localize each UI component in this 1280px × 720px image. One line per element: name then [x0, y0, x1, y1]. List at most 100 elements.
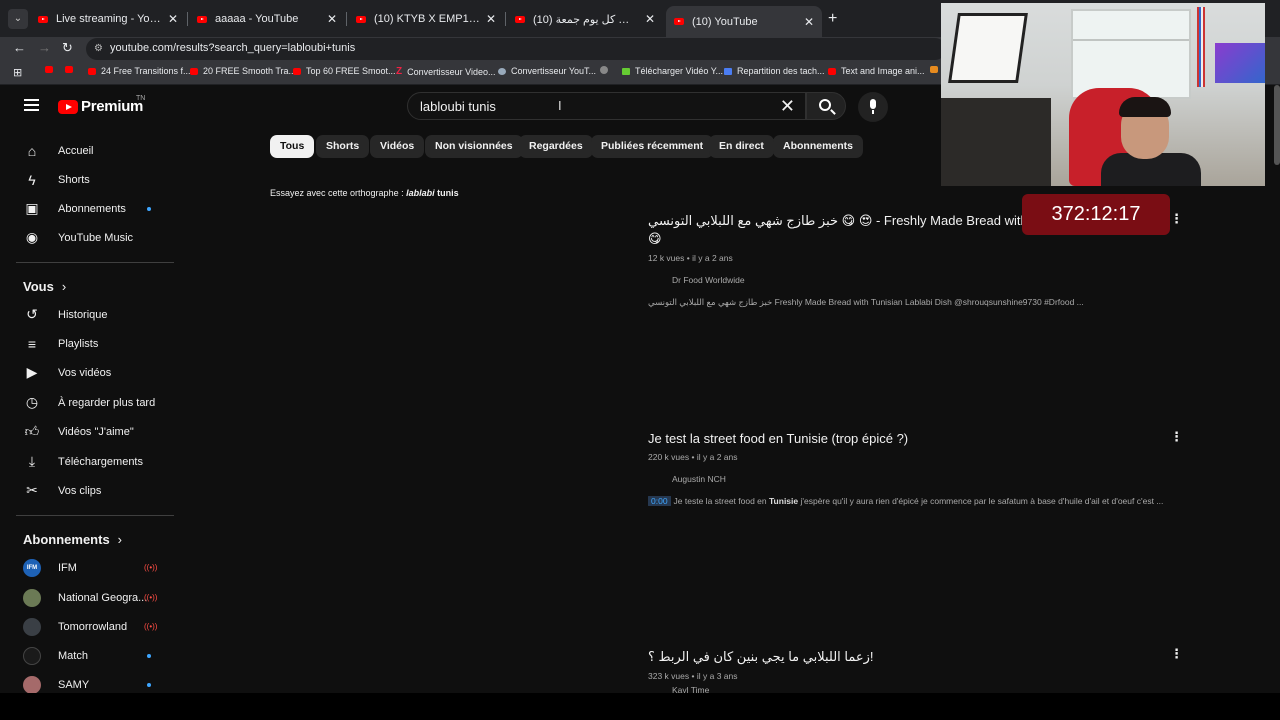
chip-unwatched[interactable]: Non visionnées — [425, 135, 523, 158]
close-icon[interactable]: ✕ — [645, 12, 655, 26]
text-cursor-icon: I — [558, 98, 562, 113]
sidebar-item-clips[interactable]: ✂ Vos clips — [0, 476, 175, 505]
sidebar-subscriptions-header[interactable]: Abonnements › — [23, 532, 122, 547]
close-icon[interactable]: ✕ — [804, 15, 814, 29]
new-content-dot — [147, 653, 151, 658]
sidebar-item-history[interactable]: ↺ Historique — [0, 300, 175, 329]
youtube-icon — [197, 15, 207, 23]
bookmark-item[interactable] — [600, 66, 613, 74]
video-result[interactable]: Je test la street food en Tunisie (trop … — [648, 431, 1188, 506]
bookmark-item[interactable]: Z Convertisseur Video... — [396, 66, 496, 77]
bookmark-item[interactable]: Télécharger Vidéo Y... — [622, 66, 723, 76]
timestamp-chip[interactable]: 0:00 — [648, 496, 671, 506]
close-icon[interactable]: ✕ — [486, 12, 496, 26]
youtube-icon — [190, 67, 198, 75]
video-title[interactable]: Je test la street food en Tunisie (trop … — [648, 431, 1188, 446]
channel-name[interactable]: Augustin NCH — [648, 474, 1188, 484]
shorts-icon: ϟ — [28, 171, 36, 188]
bookmark-item[interactable]: 24 Free Transitions f... — [88, 66, 191, 76]
suggested-query-link[interactable]: lablabi tunis — [406, 188, 459, 198]
chip-videos[interactable]: Vidéos — [370, 135, 425, 158]
sidebar-item-playlists[interactable]: ≡ Playlists — [0, 329, 175, 358]
youtube-icon — [38, 15, 48, 23]
sidebar-you-header[interactable]: Vous › — [23, 279, 66, 294]
chip-live[interactable]: En direct — [709, 135, 774, 158]
voice-search-button[interactable] — [858, 92, 888, 122]
stream-timer: 372:12:17 — [1022, 194, 1170, 235]
download-icon — [622, 67, 630, 75]
menu-icon[interactable] — [24, 99, 39, 111]
youtube-icon — [828, 67, 836, 75]
browser-tab[interactable]: Live streaming - YouTube Studio ✕ — [30, 8, 186, 30]
bookmark-item[interactable]: 20 FREE Smooth Tra... — [190, 66, 296, 76]
chip-recent[interactable]: Publiées récemment — [591, 135, 714, 158]
sidebar-channel[interactable]: Tomorrowland ((•)) — [0, 612, 175, 641]
youtube-icon — [515, 15, 525, 23]
music-icon: ◉ — [25, 229, 39, 245]
sidebar-channel[interactable]: National Geogra... ((•)) — [0, 583, 175, 612]
webcam-overlay — [941, 3, 1265, 186]
more-options-icon[interactable]: ⋮ — [1170, 429, 1183, 445]
streamer-hair — [1119, 97, 1171, 117]
sidebar-item-music[interactable]: ◉ YouTube Music — [0, 223, 175, 252]
channel-avatar — [23, 617, 41, 636]
new-content-dot — [147, 206, 151, 211]
chip-subscriptions[interactable]: Abonnements — [773, 135, 864, 158]
new-tab-button[interactable]: + — [828, 10, 837, 28]
browser-tab[interactable]: (10) كسكسي بالحوت كل يوم جمعة ✕ — [507, 8, 663, 30]
chip-all[interactable]: Tous — [270, 135, 315, 158]
browser-tab[interactable]: (10) KTYB X EMP1RE - BAYAN (Prod... ✕ — [348, 8, 504, 30]
search-button[interactable] — [806, 92, 846, 120]
sidebar-item-subscriptions[interactable]: ▣ Abonnements — [0, 194, 175, 223]
clear-search-icon[interactable]: ✕ — [780, 96, 795, 117]
sidebar-item-liked[interactable]: 👍︎ Vidéos "J'aime" — [0, 417, 175, 446]
reload-icon[interactable]: ↻ — [62, 40, 73, 56]
monitor-screen — [1215, 43, 1265, 83]
chip-watched[interactable]: Regardées — [519, 135, 593, 158]
subscriptions-icon: ▣ — [25, 200, 39, 216]
sidebar-channel[interactable]: IFM IFM ((•)) — [0, 553, 175, 582]
youtube-icon — [65, 66, 73, 73]
channel-avatar — [23, 588, 41, 607]
bookmark-item[interactable]: Convertisseur YouT... — [498, 66, 596, 76]
sidebar-item-home[interactable]: ⌂ Accueil — [0, 136, 175, 165]
home-icon: ⌂ — [27, 142, 37, 159]
more-options-icon[interactable]: ⋮ — [1170, 211, 1183, 227]
bookmark-item[interactable]: Repartition des tach... — [724, 66, 825, 76]
browser-tab-active[interactable]: (10) YouTube ✕ — [666, 6, 822, 37]
sidebar-item-watch-later[interactable]: ◷ À regarder plus tard — [0, 388, 175, 417]
playlists-icon: ≡ — [27, 335, 37, 352]
close-icon[interactable]: ✕ — [168, 12, 178, 26]
globe-icon — [600, 66, 608, 74]
video-title[interactable]: زعما اللبلابي ما يجي بنين كان في الربط ؟… — [648, 649, 1188, 665]
close-icon[interactable]: ✕ — [327, 12, 337, 26]
forward-icon[interactable]: → — [38, 40, 51, 55]
channel-name[interactable]: Dr Food Worldwide — [648, 275, 1188, 285]
bookmark-item[interactable]: Text and Image ani... — [828, 66, 925, 76]
site-settings-icon[interactable]: ⚙ — [94, 43, 103, 54]
video-result[interactable]: زعما اللبلابي ما يجي بنين كان في الربط ؟… — [648, 649, 1188, 695]
history-icon: ↺ — [26, 306, 38, 322]
sidebar-channel[interactable]: Match — [0, 641, 175, 670]
chip-shorts[interactable]: Shorts — [316, 135, 370, 158]
sidebar-item-your-videos[interactable]: ▶ Vos vidéos — [0, 358, 175, 387]
tab-search-button[interactable]: ⌄ — [8, 9, 28, 29]
sidebar-item-shorts[interactable]: ϟ Shorts — [0, 165, 175, 194]
youtube-icon — [674, 18, 684, 25]
scrollbar-thumb[interactable] — [1274, 85, 1280, 165]
more-options-icon[interactable]: ⋮ — [1170, 646, 1183, 662]
browser-tab[interactable]: aaaaa - YouTube ✕ — [189, 8, 345, 30]
youtube-premium-logo[interactable]: Premium TN — [58, 95, 145, 115]
bookmark-item[interactable]: Top 60 FREE Smoot... — [293, 66, 396, 76]
page-scrollbar[interactable] — [1274, 85, 1280, 695]
bookmark-youtube[interactable] — [45, 66, 58, 73]
apps-icon[interactable]: ⊞ — [13, 66, 22, 79]
video-description: 0:00 Je teste la street food en Tunisie j… — [648, 496, 1178, 506]
url-text: youtube.com/results?search_query=labloub… — [110, 42, 356, 54]
sidebar-item-downloads[interactable]: ⤓ Téléchargements — [0, 447, 175, 476]
search-input[interactable]: labloubi tunis I ✕ — [407, 92, 806, 120]
bookmark-youtube[interactable] — [65, 66, 78, 73]
back-icon[interactable]: ← — [13, 40, 26, 55]
doc-icon — [724, 67, 732, 75]
address-bar[interactable]: ⚙ youtube.com/results?search_query=lablo… — [86, 38, 946, 60]
